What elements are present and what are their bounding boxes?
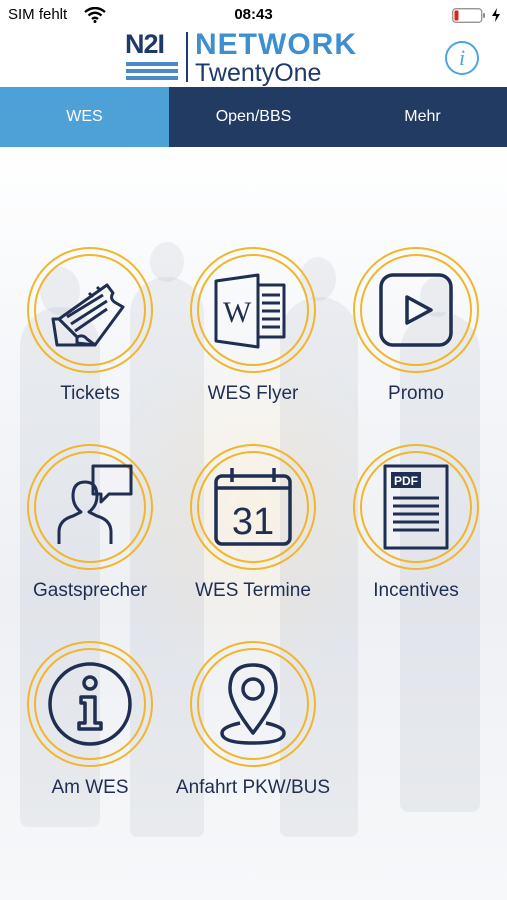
tab-wes[interactable]: WES xyxy=(0,87,169,147)
tile-anfahrt[interactable]: Anfahrt PKW/BUS xyxy=(173,641,333,821)
tile-label: WES Termine xyxy=(195,580,311,601)
tile-label: Gastsprecher xyxy=(32,580,148,601)
tile-label: Am WES xyxy=(51,777,129,798)
info-icon xyxy=(48,662,132,746)
battery-icon xyxy=(452,8,485,23)
speaker-person-icon xyxy=(57,464,133,544)
logo-title: NETWORK xyxy=(195,28,357,61)
tile-wes-flyer[interactable]: W WES Flyer xyxy=(173,247,333,427)
location-pin-icon xyxy=(220,663,286,745)
tile-incentives[interactable]: PDF Incentives xyxy=(336,444,496,624)
svg-text:W: W xyxy=(223,296,252,329)
tile-promo[interactable]: Promo xyxy=(336,247,496,427)
svg-text:PDF: PDF xyxy=(394,474,418,488)
tab-open-bbs[interactable]: Open/BBS xyxy=(169,87,338,147)
tile-label: Anfahrt PKW/BUS xyxy=(175,777,331,798)
tile-label: Promo xyxy=(388,383,444,404)
tile-gastsprecher[interactable]: Gastsprecher xyxy=(10,444,170,624)
status-bar: SIM fehlt 08:43 xyxy=(0,0,507,30)
tile-tickets[interactable]: Tickets xyxy=(10,247,170,427)
ticket-icon xyxy=(51,283,125,347)
logo-divider xyxy=(186,32,188,82)
tile-wes-termine[interactable]: 31 WES Termine xyxy=(173,444,333,624)
tile-label: WES Flyer xyxy=(207,383,299,404)
tab-mehr[interactable]: Mehr xyxy=(338,87,507,147)
calendar-icon: 31 xyxy=(214,468,292,546)
network-twentyone-logo: N2I NETWORK TwentyOne xyxy=(125,28,385,87)
logo-subtitle: TwentyOne xyxy=(195,59,322,87)
pdf-document-icon: PDF xyxy=(383,464,449,550)
app-header: N2I NETWORK TwentyOne i xyxy=(0,28,507,87)
tile-am-wes[interactable]: Am WES xyxy=(10,641,170,821)
tab-bar: WES Open/BBS Mehr xyxy=(0,87,507,147)
word-document-icon: W xyxy=(214,273,286,349)
n21-logo-mark: N2I xyxy=(125,29,183,85)
tile-label: Tickets xyxy=(60,383,120,404)
info-button[interactable]: i xyxy=(445,41,479,75)
charging-icon xyxy=(492,8,500,22)
clock: 08:43 xyxy=(234,6,273,23)
play-icon xyxy=(379,273,453,347)
svg-text:31: 31 xyxy=(232,501,274,543)
tile-label: Incentives xyxy=(373,580,459,601)
